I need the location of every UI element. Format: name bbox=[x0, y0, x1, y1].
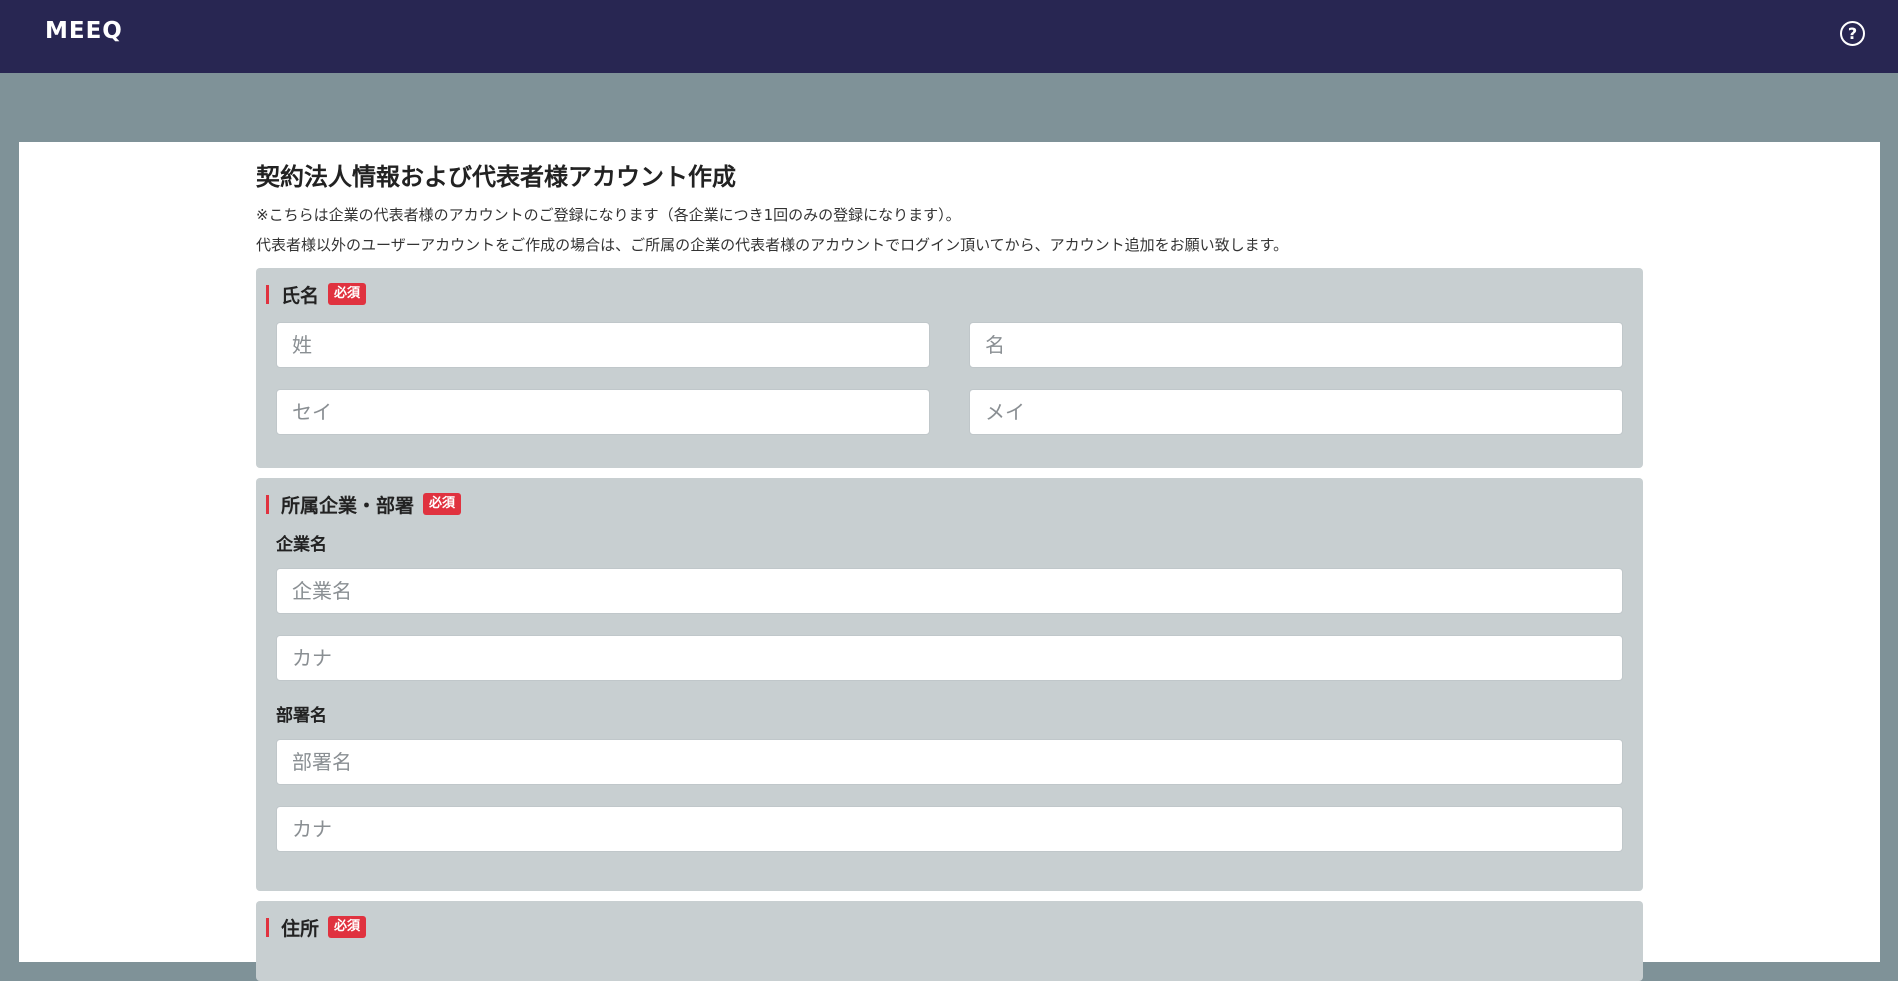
meeq-logo[interactable]: MEEQ bbox=[45, 18, 123, 44]
first-name-kana-input[interactable] bbox=[969, 389, 1623, 435]
address-section-header: 住所 必須 bbox=[266, 913, 1623, 941]
name-section: 氏名 必須 bbox=[256, 268, 1643, 468]
company-section-header: 所属企業・部署 必須 bbox=[266, 490, 1623, 518]
first-name-input[interactable] bbox=[969, 322, 1623, 368]
company-name-input[interactable] bbox=[276, 568, 1623, 614]
section-marker bbox=[266, 284, 269, 304]
name-row bbox=[276, 322, 1623, 368]
address-section: 住所 必須 bbox=[256, 901, 1643, 981]
form-content: 契約法人情報および代表者様アカウント作成 ※こちらは企業の代表者様のアカウントの… bbox=[256, 142, 1643, 981]
section-marker bbox=[266, 494, 269, 514]
company-name-label: 企業名 bbox=[276, 535, 327, 555]
name-section-title: 氏名 bbox=[281, 284, 320, 307]
department-input[interactable] bbox=[276, 739, 1623, 785]
company-kana-input[interactable] bbox=[276, 635, 1623, 681]
company-section: 所属企業・部署 必須 企業名 部署名 bbox=[256, 478, 1643, 891]
company-section-title: 所属企業・部署 bbox=[281, 494, 415, 517]
registration-note: ※こちらは企業の代表者様のアカウントのご登録になります（各企業につき1回のみの登… bbox=[256, 206, 961, 224]
name-section-header: 氏名 必須 bbox=[266, 280, 1623, 308]
department-kana-input[interactable] bbox=[276, 806, 1623, 852]
kana-row bbox=[276, 389, 1623, 435]
section-marker bbox=[266, 917, 269, 937]
help-icon[interactable]: ? bbox=[1840, 21, 1865, 46]
last-name-input[interactable] bbox=[276, 322, 930, 368]
page-title: 契約法人情報および代表者様アカウント作成 bbox=[256, 163, 736, 191]
required-badge: 必須 bbox=[423, 493, 462, 515]
required-badge: 必須 bbox=[328, 916, 367, 938]
department-label: 部署名 bbox=[276, 706, 327, 726]
additional-account-note: 代表者様以外のユーザーアカウントをご作成の場合は、ご所属の企業の代表者様のアカウ… bbox=[256, 236, 1289, 254]
address-section-title: 住所 bbox=[281, 917, 320, 940]
form-card: 契約法人情報および代表者様アカウント作成 ※こちらは企業の代表者様のアカウントの… bbox=[19, 142, 1880, 981]
last-name-kana-input[interactable] bbox=[276, 389, 930, 435]
required-badge: 必須 bbox=[328, 283, 367, 305]
top-navigation-bar: MEEQ ? bbox=[0, 0, 1898, 73]
